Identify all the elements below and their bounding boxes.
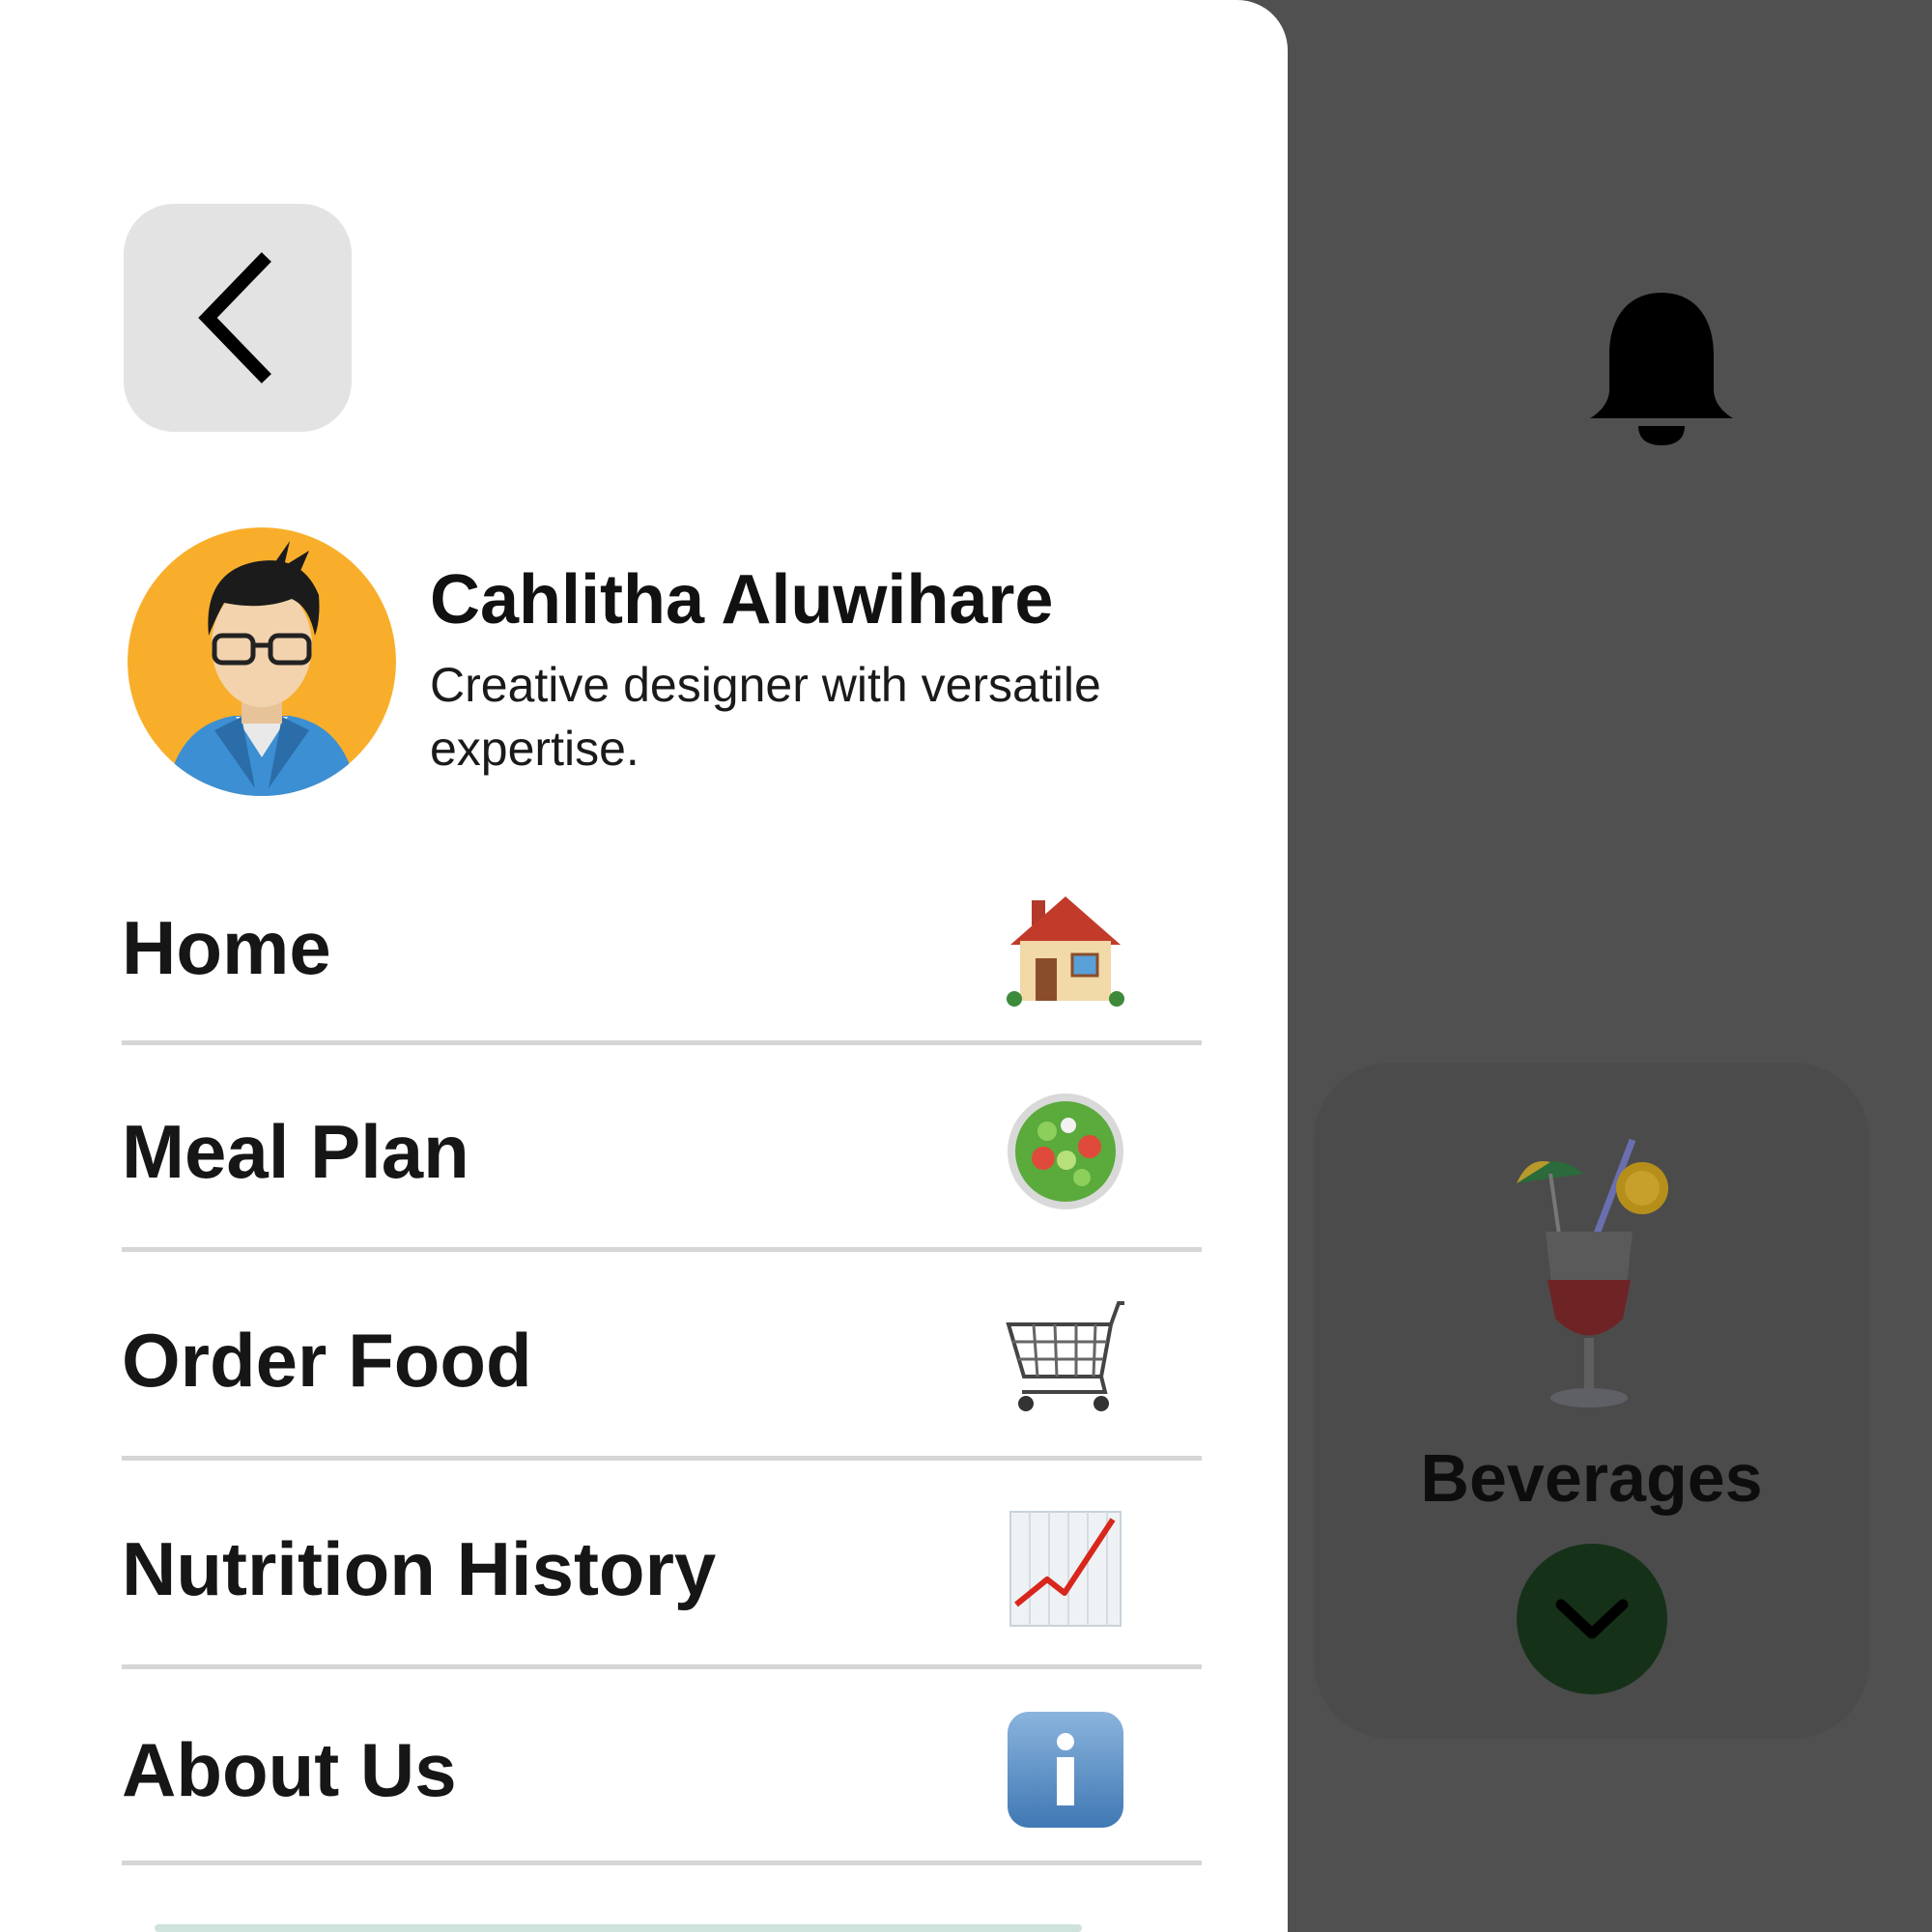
profile-name: Cahlitha Aluwihare	[430, 561, 1054, 639]
menu-item-nutrition-history[interactable]: Nutrition History	[122, 1467, 1202, 1670]
profile-bio: Creative designer with versatile experti…	[430, 658, 1101, 776]
navigation-drawer: Cahlitha Aluwihare Creative designer wit…	[0, 0, 1288, 1932]
menu-item-meal-plan[interactable]: Meal Plan	[122, 1050, 1202, 1253]
menu-item-home[interactable]: Home	[122, 846, 1202, 1049]
menu-item-label: Meal Plan	[122, 1108, 469, 1194]
category-label: Beverages	[1420, 1440, 1763, 1516]
tropical-drink-icon	[1517, 1138, 1668, 1407]
expand-button[interactable]	[1517, 1544, 1667, 1694]
info-icon	[1008, 1712, 1123, 1828]
chevron-down-icon	[1555, 1599, 1629, 1639]
menu-divider	[122, 1456, 1202, 1461]
menu-divider	[122, 1247, 1202, 1252]
menu-divider	[122, 1040, 1202, 1045]
menu-divider	[122, 1861, 1202, 1865]
menu-item-about-us[interactable]: About Us	[122, 1668, 1202, 1871]
menu-item-order-food[interactable]: Order Food	[122, 1259, 1202, 1462]
menu-item-label: About Us	[122, 1726, 457, 1812]
chart-increasing-icon	[1009, 1511, 1122, 1627]
menu-item-label: Nutrition History	[122, 1525, 717, 1611]
back-button[interactable]	[124, 204, 352, 432]
house-icon	[1007, 896, 1124, 1007]
avatar	[128, 527, 396, 796]
chevron-left-icon	[198, 252, 271, 384]
notification-bell-icon[interactable]	[1584, 285, 1739, 449]
menu-item-label: Home	[122, 904, 331, 990]
drawer-footer-edge	[155, 1924, 1082, 1932]
salad-icon	[1008, 1094, 1123, 1209]
menu-item-label: Order Food	[122, 1317, 532, 1403]
shopping-cart-icon	[1006, 1301, 1124, 1411]
